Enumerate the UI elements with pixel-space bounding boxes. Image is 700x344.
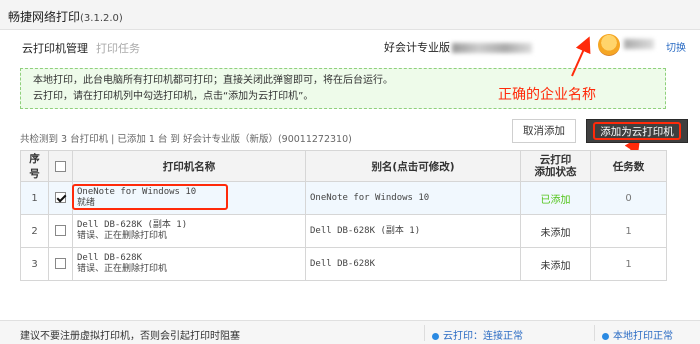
row-checkbox[interactable] bbox=[55, 225, 66, 237]
task-count: 0 bbox=[590, 181, 667, 215]
company-name-redacted bbox=[452, 43, 532, 53]
cloud-print-status-text: 云打印：连接正常 bbox=[443, 331, 523, 342]
task-count: 1 bbox=[590, 214, 667, 248]
printer-name-cell: Dell DB-628K (副本 1) 错误、正在删除打印机 bbox=[72, 214, 306, 248]
row-index: 1 bbox=[20, 181, 49, 215]
nav-bar: 云打印机管理 打印任务 好会计专业版 ⌄ 切换 bbox=[0, 30, 700, 62]
footer-divider bbox=[594, 325, 595, 341]
tab-cloud-printer-management[interactable]: 云打印机管理 bbox=[22, 40, 88, 56]
select-all-checkbox[interactable] bbox=[55, 160, 66, 172]
title-bar: 畅捷网络打印(3.1.2.0) bbox=[0, 0, 700, 30]
add-cloud-printer-button[interactable]: 添加为云打印机 bbox=[586, 119, 688, 143]
footer-divider bbox=[424, 325, 425, 341]
annotation-label: 正确的企业名称 bbox=[498, 87, 596, 103]
printer-name-cell: Dell DB-628K 错误、正在删除打印机 bbox=[72, 247, 306, 281]
row-select[interactable] bbox=[48, 214, 73, 248]
cloud-print-status: 云打印：连接正常 bbox=[432, 327, 523, 342]
add-cloud-printer-label: 添加为云打印机 bbox=[593, 122, 681, 140]
printer-state: 就绪 bbox=[77, 198, 96, 208]
row-select[interactable] bbox=[48, 247, 73, 281]
status-dot-icon bbox=[602, 332, 609, 340]
printer-name-cell: OneNote for Windows 10 就绪 bbox=[72, 181, 306, 215]
col-select-all[interactable] bbox=[48, 150, 73, 182]
printer-alias[interactable]: Dell DB-628K bbox=[305, 247, 521, 281]
row-index: 2 bbox=[20, 214, 49, 248]
company-name[interactable]: 好会计专业版 bbox=[384, 39, 532, 55]
cloud-status: 已添加 bbox=[520, 181, 591, 215]
username-redacted bbox=[624, 39, 654, 49]
app-version: (3.1.2.0) bbox=[80, 13, 123, 24]
row-checkbox[interactable] bbox=[55, 258, 66, 270]
col-index: 序号 bbox=[20, 150, 49, 182]
avatar bbox=[598, 34, 620, 56]
footer-tip: 建议不要注册虚拟打印机，否则会引起打印时阻塞 bbox=[20, 331, 240, 342]
table-row[interactable]: 3 Dell DB-628K 错误、正在删除打印机 Dell DB-628K 未添… bbox=[20, 247, 667, 281]
company-name-text: 好会计专业版 bbox=[384, 41, 450, 54]
table-header-row: 序号 打印机名称 别名(点击可修改) 云打印 添加状态 任务数 bbox=[20, 150, 667, 182]
printer-summary: 共检测到 3 台打印机 | 已添加 1 台 到 好会计专业版（新版）(90011… bbox=[20, 134, 352, 145]
col-cloud-status: 云打印 添加状态 bbox=[520, 150, 591, 182]
printer-name: OneNote for Windows 10 bbox=[77, 187, 197, 197]
chevron-down-icon[interactable]: ⌄ bbox=[580, 38, 588, 49]
local-print-status: 本地打印正常 bbox=[602, 327, 673, 342]
row-index: 3 bbox=[20, 247, 49, 281]
switch-account-link[interactable]: 切换 bbox=[666, 39, 686, 54]
cloud-status: 未添加 bbox=[520, 247, 591, 281]
printer-name: Dell DB-628K (副本 1) bbox=[77, 220, 188, 230]
table-row[interactable]: 1 OneNote for Windows 10 就绪 OneNote for W… bbox=[20, 181, 667, 215]
printer-alias[interactable]: OneNote for Windows 10 bbox=[305, 181, 521, 215]
col-cloud-status-line2: 添加状态 bbox=[534, 166, 577, 178]
cancel-add-button[interactable]: 取消添加 bbox=[512, 119, 576, 143]
printer-state: 错误、正在删除打印机 bbox=[77, 264, 168, 274]
table-row[interactable]: 2 Dell DB-628K (副本 1) 错误、正在删除打印机 Dell DB-… bbox=[20, 214, 667, 248]
task-count: 1 bbox=[590, 247, 667, 281]
status-bar: 建议不要注册虚拟打印机，否则会引起打印时阻塞 云打印：连接正常 本地打印正常 bbox=[0, 320, 700, 344]
tab-print-tasks[interactable]: 打印任务 bbox=[96, 40, 140, 56]
row-checkbox[interactable] bbox=[55, 192, 66, 204]
printer-name: Dell DB-628K bbox=[77, 253, 143, 263]
printer-alias[interactable]: Dell DB-628K (副本 1) bbox=[305, 214, 521, 248]
local-print-status-text: 本地打印正常 bbox=[613, 331, 673, 342]
col-task-count: 任务数 bbox=[590, 150, 667, 182]
col-printer-name: 打印机名称 bbox=[72, 150, 306, 182]
row-select[interactable] bbox=[48, 181, 73, 215]
status-dot-icon bbox=[432, 332, 439, 340]
col-alias: 别名(点击可修改) bbox=[305, 150, 521, 182]
printer-table: 序号 打印机名称 别名(点击可修改) 云打印 添加状态 任务数 1 OneNote… bbox=[20, 150, 667, 281]
col-cloud-status-line1: 云打印 bbox=[539, 154, 572, 166]
printer-state: 错误、正在删除打印机 bbox=[77, 231, 168, 241]
cloud-status: 未添加 bbox=[520, 214, 591, 248]
window-title: 畅捷网络打印(3.1.2.0) bbox=[8, 8, 123, 25]
app-name: 畅捷网络打印 bbox=[8, 10, 81, 24]
